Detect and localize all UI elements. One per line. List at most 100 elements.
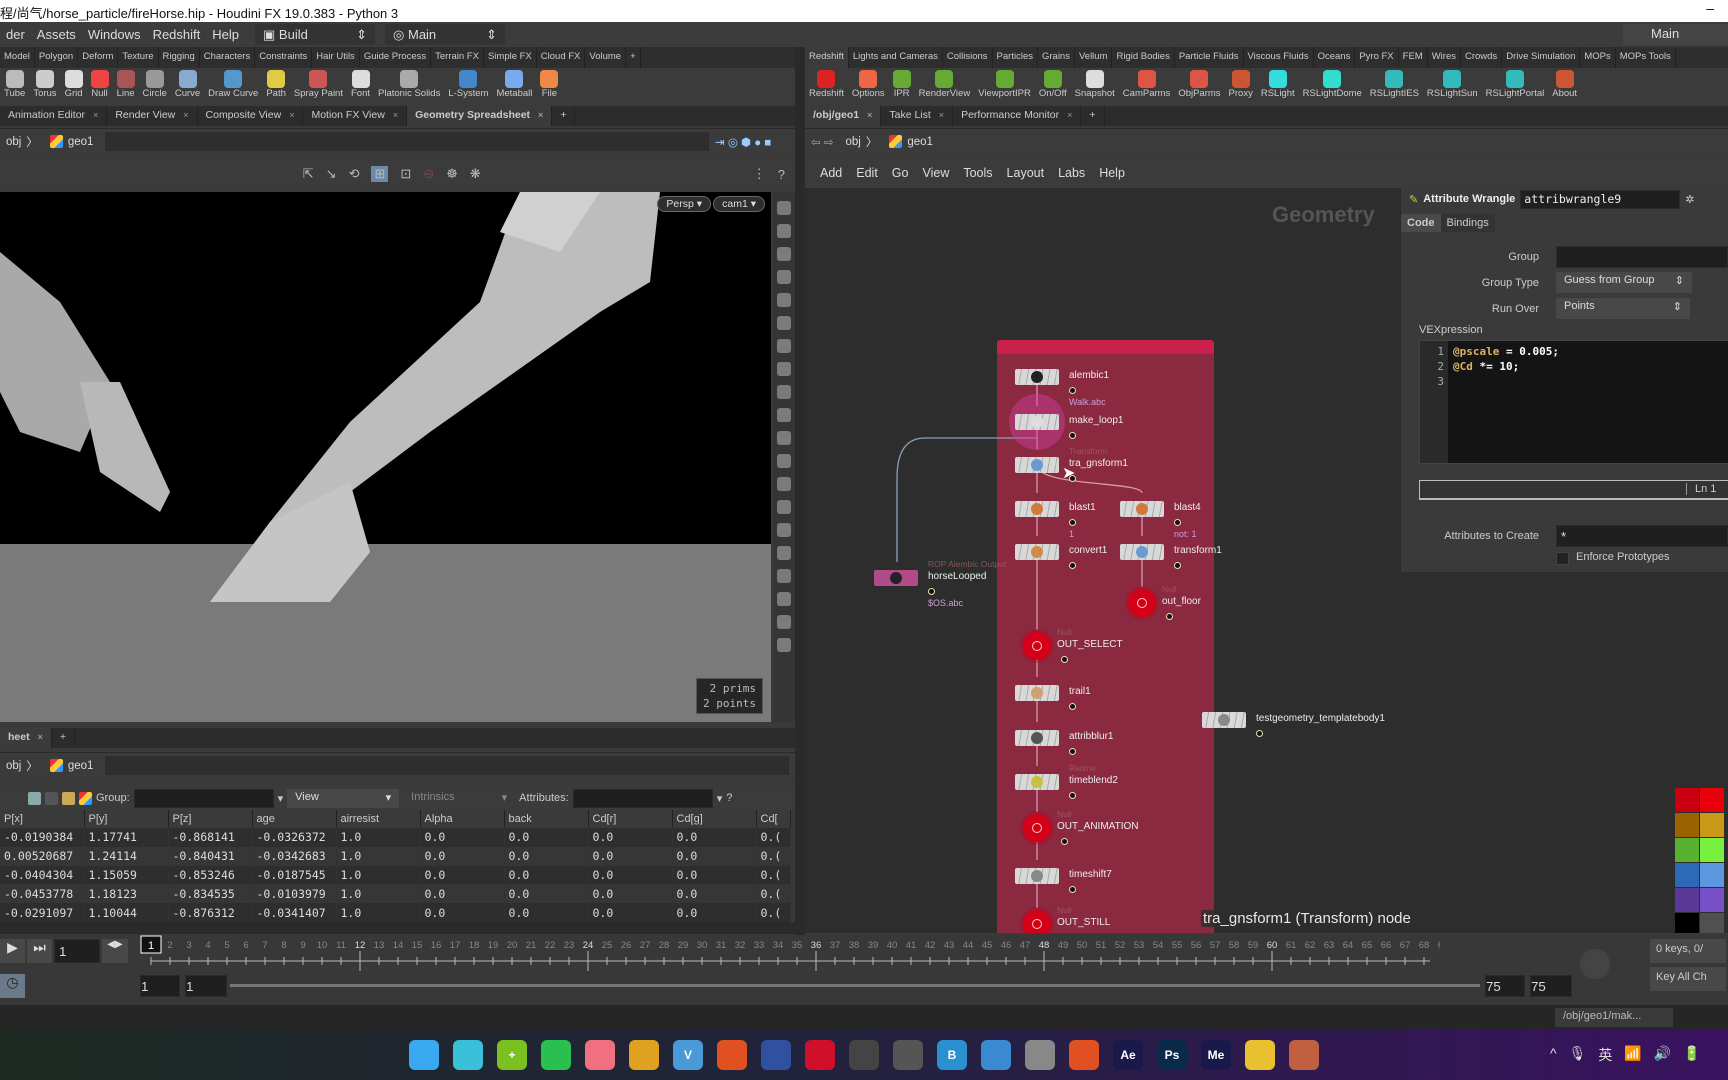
shelf-tab-characters[interactable]: Characters (200, 47, 256, 68)
color-swatch[interactable] (1700, 813, 1724, 837)
pin-icon[interactable]: ⇥ ◎ ⬢ ● ■ (715, 135, 795, 149)
taskbar-chrome-icon[interactable] (629, 1040, 659, 1070)
horizontal-scrollbar[interactable] (0, 922, 795, 934)
tab-geometry-spreadsheet[interactable]: heet × (0, 728, 52, 748)
points-mode-icon[interactable] (28, 791, 41, 805)
display-flag-icon[interactable] (1174, 562, 1181, 569)
breadcrumb-geo1[interactable]: geo1 (883, 135, 939, 148)
shelf-tab-rigging[interactable]: Rigging (159, 47, 200, 68)
close-icon[interactable]: × (1067, 110, 1072, 120)
network-menu-add[interactable]: Add (820, 166, 842, 180)
color-swatch[interactable] (1700, 888, 1724, 912)
viewport-tool-icon[interactable] (777, 431, 791, 445)
viewport-tool-icon[interactable] (777, 523, 791, 537)
taskbar-cinema4d-icon[interactable] (761, 1040, 791, 1070)
viewport-tool-icon[interactable] (777, 592, 791, 606)
shelf-tool-ipr[interactable]: IPR (889, 68, 915, 106)
shelf-tool-redshift[interactable]: Redshift (805, 68, 848, 106)
close-icon[interactable]: × (289, 110, 294, 120)
view-dropdown[interactable]: View ▾ (287, 788, 400, 808)
select-tool-icon[interactable]: ⇱ (303, 166, 314, 182)
taskbar-browser-icon[interactable] (981, 1040, 1011, 1070)
tab-composite-view[interactable]: Composite View × (198, 106, 304, 126)
tray-icon[interactable]: 🎙 (1569, 1045, 1587, 1065)
intrinsics-dropdown[interactable]: Intrinsics ▾ (403, 788, 516, 808)
path-dropdown[interactable] (105, 132, 709, 151)
shelf-tool-rslightsun[interactable]: RSLightSun (1423, 68, 1482, 106)
viewport-tool-icon[interactable] (777, 224, 791, 238)
display-flag-icon[interactable] (1069, 703, 1076, 710)
shelf-tab-deform[interactable]: Deform (78, 47, 119, 68)
display-flag-icon[interactable] (1061, 838, 1068, 845)
group-input[interactable] (133, 788, 274, 808)
shelf-tab-crowds[interactable]: Crowds (1461, 47, 1503, 68)
viewport-tool-icon[interactable] (777, 270, 791, 284)
run-over-dropdown[interactable]: Points ⇕ (1556, 298, 1690, 319)
shelf-tab-cloud-fx[interactable]: Cloud FX (537, 47, 586, 68)
display-flag-icon[interactable] (1069, 562, 1076, 569)
tray-icon[interactable]: 🔋 (1683, 1045, 1700, 1065)
tab-take-list[interactable]: Take List × (881, 106, 954, 126)
close-icon[interactable]: × (867, 110, 872, 120)
column-header[interactable]: Cd[g] (672, 810, 757, 828)
viewport-tool-icon[interactable] (777, 247, 791, 261)
column-header[interactable]: P[x] (0, 810, 85, 828)
network-menu-go[interactable]: Go (892, 166, 909, 180)
frame-ruler[interactable]: 2 3 4 5 6 7 8 9 10 11 12 13 14 15 16 17 18 19 20 21 22 23 24 25… (140, 935, 1440, 985)
taskbar-desktop-icon[interactable] (453, 1040, 483, 1070)
close-icon[interactable]: × (93, 110, 98, 120)
playback-start-input[interactable] (185, 975, 227, 997)
attributes-to-create-input[interactable] (1556, 525, 1728, 547)
enforce-prototypes-checkbox[interactable] (1556, 552, 1569, 565)
shelf-tab-drive-simulation[interactable]: Drive Simulation (1502, 47, 1581, 68)
shelf-tab-volume[interactable]: Volume (585, 47, 627, 68)
shelf-tool-null[interactable]: Null (87, 68, 113, 106)
viewport-tool-icon[interactable] (777, 362, 791, 376)
detail-mode-icon[interactable] (79, 791, 92, 805)
breadcrumb-obj[interactable]: obj 〉 (0, 134, 44, 150)
shelf-tool-rslighties[interactable]: RSLightIES (1366, 68, 1423, 106)
close-icon[interactable]: × (538, 110, 543, 120)
key-icon[interactable] (1580, 949, 1610, 979)
shelf-tool-rslightdome[interactable]: RSLightDome (1299, 68, 1366, 106)
viewport-tool-icon[interactable] (777, 385, 791, 399)
shelf-tool-file[interactable]: File (536, 68, 562, 106)
shelf-tool-torus[interactable]: Torus (29, 68, 60, 106)
taskbar-360-icon[interactable]: + (497, 1040, 527, 1070)
frame-icon[interactable]: ⊡ (400, 166, 411, 182)
shelf-tab-pyro-fx[interactable]: Pyro FX (1355, 47, 1399, 68)
group-input[interactable] (1556, 246, 1728, 268)
shelf-tool-font[interactable]: Font (347, 68, 374, 106)
tab-render-view[interactable]: Render View × (107, 106, 198, 126)
menu-windows[interactable]: Windows (82, 27, 147, 42)
jump-end-button[interactable]: ⏭ (27, 939, 52, 963)
viewport-tool-icon[interactable] (777, 569, 791, 583)
shelf-tool-circle[interactable]: Circle (139, 68, 171, 106)
no-entry-icon[interactable]: ⊖ (423, 166, 434, 182)
tray-icon[interactable]: 📶 (1624, 1045, 1641, 1065)
realtime-toggle[interactable]: ◷ (0, 974, 25, 998)
display-flag-icon[interactable] (1069, 748, 1076, 755)
color-swatch[interactable] (1675, 863, 1699, 887)
shelf-tool-spray-paint[interactable]: Spray Paint (290, 68, 347, 106)
range-start-input[interactable] (140, 975, 180, 997)
display-flag-icon[interactable] (1256, 730, 1263, 737)
viewport-tool-icon[interactable] (777, 316, 791, 330)
key-all-channels-button[interactable]: Key All Ch (1650, 967, 1726, 991)
viewport-tool-icon[interactable] (777, 408, 791, 422)
path-dropdown[interactable] (105, 756, 789, 775)
viewport-tool-icon[interactable] (777, 615, 791, 629)
breadcrumb-obj[interactable]: obj 〉 (839, 134, 883, 150)
network-menu-labs[interactable]: Labs (1058, 166, 1085, 180)
shelf-tab-hair-utils[interactable]: Hair Utils (312, 47, 360, 68)
tab--obj-geo1[interactable]: /obj/geo1 × (805, 106, 882, 126)
main-desktop-button[interactable]: Main (1623, 24, 1728, 45)
taskbar-netease-music-icon[interactable] (805, 1040, 835, 1070)
network-menu-tools[interactable]: Tools (963, 166, 992, 180)
play-button[interactable]: ▶ (0, 939, 25, 963)
camera-menu[interactable]: cam1 ▾ (713, 196, 765, 212)
desktop-selector[interactable]: ▣ Build ⇕ (255, 24, 376, 45)
breadcrumb-geo1[interactable]: geo1 (44, 759, 100, 772)
viewport-tool-icon[interactable] (777, 500, 791, 514)
shelf-tab-particles[interactable]: Particles (993, 47, 1038, 68)
